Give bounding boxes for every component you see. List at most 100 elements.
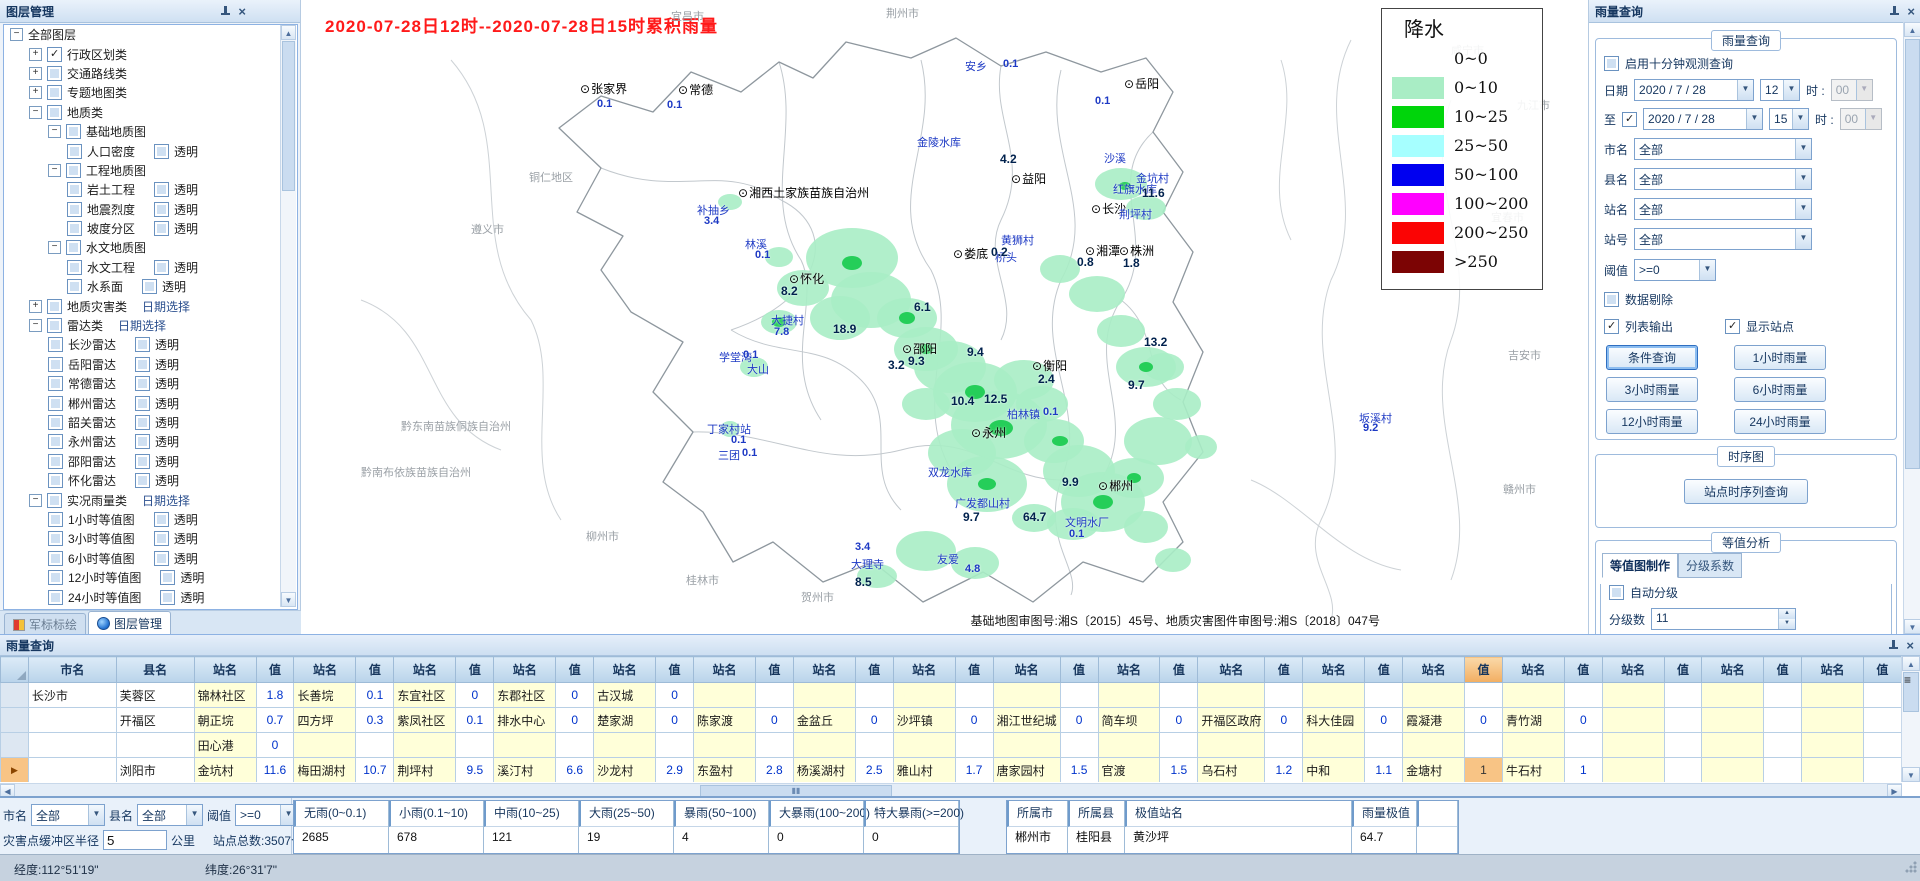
layer-checkbox[interactable] bbox=[48, 570, 63, 585]
tree-item[interactable]: +地质灾害类日期选择 bbox=[4, 296, 297, 315]
tree-item[interactable]: 地震烈度透明 bbox=[4, 200, 297, 219]
tree-item[interactable]: 坡度分区透明 bbox=[4, 219, 297, 238]
query-button-0[interactable]: 条件查询 bbox=[1606, 345, 1698, 370]
tree-item[interactable]: 3小时等值图透明 bbox=[4, 529, 297, 548]
tree-item[interactable]: +交通路线类 bbox=[4, 64, 297, 83]
transparent-checkbox[interactable] bbox=[135, 337, 150, 352]
station-column-header[interactable]: 站名 bbox=[1702, 657, 1764, 683]
县名-combo[interactable]: 全部▼ bbox=[1634, 168, 1812, 190]
transparent-option[interactable]: 透明 bbox=[135, 433, 179, 450]
tree-item[interactable]: 长沙雷达透明 bbox=[4, 335, 297, 354]
right-panel-scrollbar[interactable]: ▲ ▼ bbox=[1903, 22, 1920, 634]
value-column-header[interactable]: 值 bbox=[1265, 657, 1303, 683]
scroll-thumb[interactable]: ≡ bbox=[1903, 672, 1919, 712]
expand-icon[interactable]: + bbox=[29, 300, 42, 313]
auto-grade-checkbox[interactable] bbox=[1609, 585, 1624, 600]
layer-checkbox[interactable] bbox=[67, 182, 82, 197]
tree-item[interactable]: 水文工程透明 bbox=[4, 258, 297, 277]
table-vertical-scrollbar[interactable]: ▲ ≡ ▼ bbox=[1901, 656, 1920, 782]
chevron-down-icon[interactable]: ▼ bbox=[1783, 80, 1799, 100]
tree-item[interactable]: −雷达类日期选择 bbox=[4, 316, 297, 335]
transparent-checkbox[interactable] bbox=[154, 551, 169, 566]
close-icon[interactable]: × bbox=[1906, 639, 1914, 652]
transparent-checkbox[interactable] bbox=[135, 473, 150, 488]
resize-grip[interactable] bbox=[1905, 861, 1917, 873]
value-column-header[interactable]: 值 bbox=[356, 657, 394, 683]
station-column-header[interactable]: 站名 bbox=[1403, 657, 1465, 683]
tree-item[interactable]: 1小时等值图透明 bbox=[4, 510, 297, 529]
value-column-header[interactable]: 值 bbox=[1764, 657, 1802, 683]
station-column-header[interactable]: 站名 bbox=[1098, 657, 1160, 683]
tree-item[interactable]: −工程地质图 bbox=[4, 161, 297, 180]
station-column-header[interactable]: 站名 bbox=[893, 657, 955, 683]
transparent-option[interactable]: 透明 bbox=[154, 143, 198, 160]
layer-checkbox[interactable] bbox=[48, 551, 63, 566]
pin-icon[interactable] bbox=[221, 6, 230, 17]
transparent-checkbox[interactable] bbox=[154, 260, 169, 275]
table-row[interactable]: 开福区朝正垸0.7四方坪0.3紫凤社区0.1排水中心0楚家湖0陈家渡0金盆丘0沙… bbox=[1, 708, 1902, 733]
tree-item[interactable]: +行政区划类 bbox=[4, 44, 297, 63]
station-column-header[interactable]: 站名 bbox=[1802, 657, 1864, 683]
layer-checkbox[interactable] bbox=[48, 434, 63, 449]
tree-item[interactable]: −地质类 bbox=[4, 103, 297, 122]
value-column-header[interactable]: 值 bbox=[1564, 657, 1602, 683]
list-output-checkbox[interactable] bbox=[1604, 319, 1619, 334]
city-filter-combo[interactable]: 全部 ▼ bbox=[31, 804, 105, 826]
transparent-checkbox[interactable] bbox=[135, 396, 150, 411]
value-column-header[interactable]: 值 bbox=[1863, 657, 1901, 683]
county-filter-combo[interactable]: 全部 ▼ bbox=[137, 804, 203, 826]
query-button-3[interactable]: 6小时雨量 bbox=[1734, 377, 1826, 402]
value-column-header[interactable]: 值 bbox=[955, 657, 993, 683]
transparent-checkbox[interactable] bbox=[154, 202, 169, 217]
expand-icon[interactable]: + bbox=[29, 48, 42, 61]
transparent-option[interactable]: 透明 bbox=[135, 356, 179, 373]
to-hour-combo[interactable]: 15 ▼ bbox=[1769, 108, 1809, 130]
layer-checkbox[interactable] bbox=[67, 144, 82, 159]
scroll-thumb[interactable] bbox=[282, 41, 295, 191]
transparent-checkbox[interactable] bbox=[154, 182, 169, 197]
layer-checkbox[interactable] bbox=[48, 531, 63, 546]
close-icon[interactable]: × bbox=[1907, 5, 1915, 18]
iso-tab-0[interactable]: 等值图制作 bbox=[1602, 553, 1678, 578]
layer-checkbox[interactable] bbox=[66, 163, 81, 178]
transparent-option[interactable]: 透明 bbox=[142, 278, 186, 295]
layer-checkbox[interactable] bbox=[47, 66, 62, 81]
query-button-4[interactable]: 12小时雨量 bbox=[1606, 409, 1698, 434]
value-column-header[interactable]: 值 bbox=[755, 657, 793, 683]
scroll-down-icon[interactable]: ▼ bbox=[281, 592, 296, 607]
row-selector[interactable] bbox=[1, 683, 29, 708]
transparent-checkbox[interactable] bbox=[142, 279, 157, 294]
transparent-option[interactable]: 透明 bbox=[160, 589, 204, 606]
layer-checkbox[interactable] bbox=[48, 357, 63, 372]
layer-checkbox[interactable] bbox=[67, 279, 82, 294]
value-column-header[interactable]: 值 bbox=[1365, 657, 1403, 683]
threshold-combo[interactable]: >=0 ▼ bbox=[1634, 259, 1716, 281]
show-station-checkbox[interactable] bbox=[1725, 319, 1740, 334]
transparent-option[interactable]: 透明 bbox=[154, 181, 198, 198]
tree-item[interactable]: −实况雨量类日期选择 bbox=[4, 490, 297, 509]
layer-checkbox[interactable] bbox=[67, 260, 82, 275]
tree-item[interactable]: 24小时等值图透明 bbox=[4, 587, 297, 606]
collapse-icon[interactable]: − bbox=[48, 241, 61, 254]
select-all-corner[interactable] bbox=[1, 657, 29, 683]
站号-combo[interactable]: 全部▼ bbox=[1634, 228, 1812, 250]
station-column-header[interactable]: 站名 bbox=[194, 657, 256, 683]
station-column-header[interactable]: 站名 bbox=[793, 657, 855, 683]
layer-checkbox[interactable] bbox=[48, 473, 63, 488]
tree-item[interactable]: 人口密度透明 bbox=[4, 141, 297, 160]
current-row-indicator[interactable]: ▶ bbox=[1, 758, 29, 783]
scroll-up-icon[interactable]: ▲ bbox=[281, 25, 296, 40]
chevron-down-icon[interactable]: ▼ bbox=[1795, 139, 1811, 159]
transparent-checkbox[interactable] bbox=[154, 531, 169, 546]
transparent-option[interactable]: 透明 bbox=[154, 220, 198, 237]
threshold-filter-combo[interactable]: >=0 ▼ bbox=[235, 804, 297, 826]
tree-item[interactable]: −基础地质图 bbox=[4, 122, 297, 141]
transparent-option[interactable]: 透明 bbox=[135, 395, 179, 412]
transparent-option[interactable]: 透明 bbox=[154, 259, 198, 276]
row-selector[interactable] bbox=[1, 733, 29, 758]
tree-item[interactable]: 岩土工程透明 bbox=[4, 180, 297, 199]
layer-checkbox[interactable] bbox=[48, 454, 63, 469]
chevron-down-icon[interactable]: ▼ bbox=[1795, 169, 1811, 189]
tree-item[interactable]: 邵阳雷达透明 bbox=[4, 452, 297, 471]
date-select-link[interactable]: 日期选择 bbox=[142, 492, 190, 509]
